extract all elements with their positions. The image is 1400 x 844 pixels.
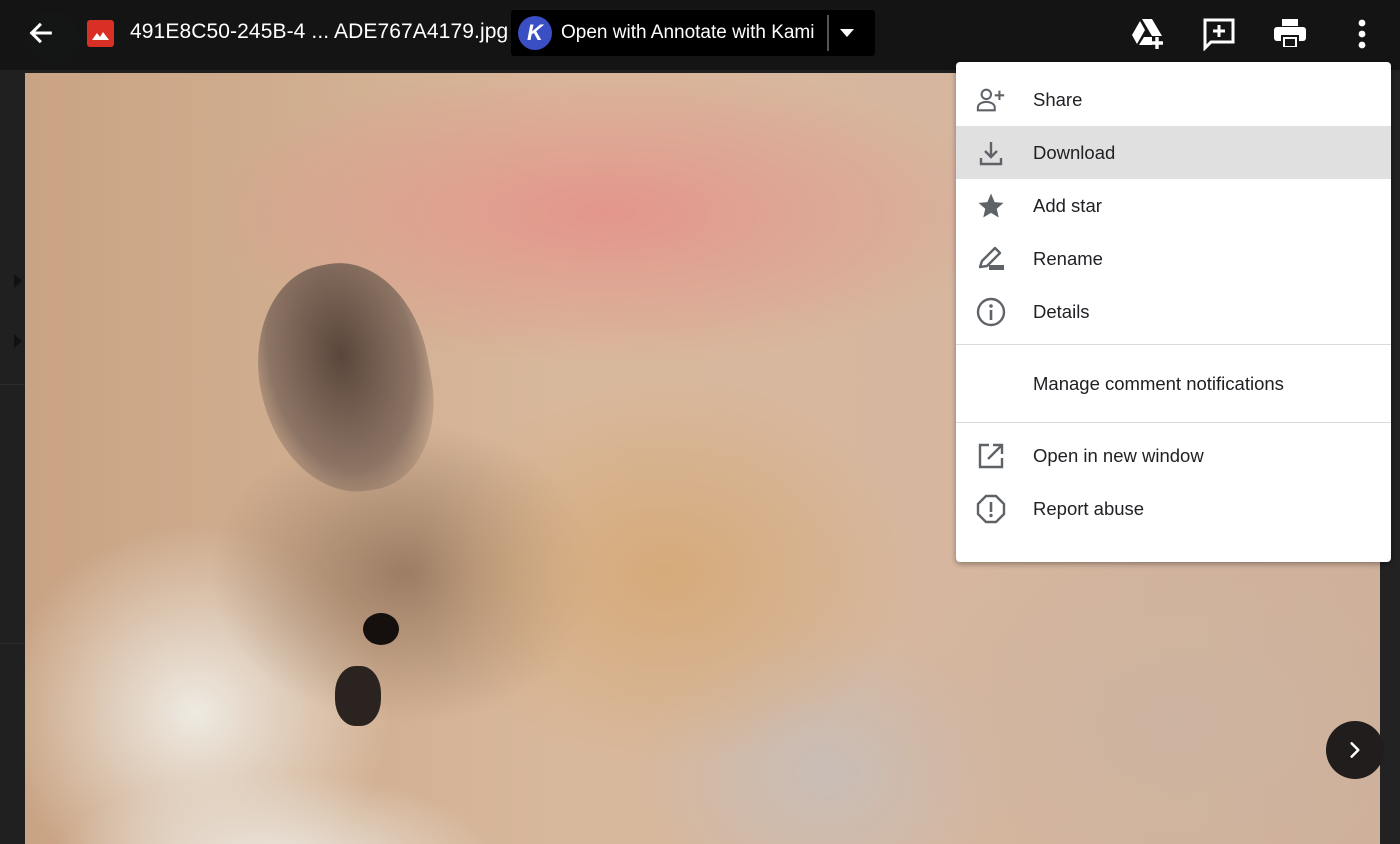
caret-down-icon[interactable] xyxy=(829,10,865,56)
image-file-icon xyxy=(87,20,114,47)
next-file-button[interactable] xyxy=(1326,721,1384,779)
print-button[interactable] xyxy=(1270,14,1310,54)
photo-detail xyxy=(335,666,381,726)
menu-item-manage-comment-notifications[interactable]: Manage comment notifications xyxy=(956,351,1391,416)
open-in-new-icon xyxy=(976,441,1006,471)
menu-item-label: Manage comment notifications xyxy=(1033,372,1284,394)
file-name: 491E8C50-245B-4 ... ADE767A4179.jpg xyxy=(130,20,509,43)
more-actions-menu: Share Download Add star Rename Details M… xyxy=(956,62,1391,562)
comment-add-icon xyxy=(1203,18,1235,51)
more-vert-icon xyxy=(1358,19,1366,49)
menu-item-report-abuse[interactable]: Report abuse xyxy=(956,482,1391,535)
menu-item-label: Rename xyxy=(1033,247,1103,269)
chevron-right-icon xyxy=(1350,742,1360,758)
open-with-button[interactable]: K Open with Annotate with Kami xyxy=(511,10,875,56)
menu-item-rename[interactable]: Rename xyxy=(956,232,1391,285)
menu-item-label: Download xyxy=(1033,141,1116,163)
menu-divider xyxy=(956,422,1391,423)
printer-icon xyxy=(1274,19,1306,49)
back-button[interactable] xyxy=(24,16,58,50)
menu-item-download[interactable]: Download xyxy=(956,126,1391,179)
menu-item-label: Add star xyxy=(1033,194,1102,216)
drive-add-icon xyxy=(1132,19,1163,49)
star-icon xyxy=(976,191,1006,221)
menu-item-add-star[interactable]: Add star xyxy=(956,179,1391,232)
report-icon xyxy=(976,494,1006,524)
menu-item-share[interactable]: Share xyxy=(956,73,1391,126)
ghost-expand-icon xyxy=(14,334,22,348)
person-add-icon xyxy=(976,85,1006,115)
menu-item-label: Report abuse xyxy=(1033,497,1145,519)
kami-app-icon: K xyxy=(518,16,552,50)
photo-detail xyxy=(363,613,399,645)
menu-item-details[interactable]: Details xyxy=(956,285,1391,338)
ghost-expand-icon xyxy=(14,274,22,288)
menu-item-label: Share xyxy=(1033,88,1083,110)
ghost-divider xyxy=(0,643,26,644)
photo-detail xyxy=(241,249,449,507)
ghost-divider xyxy=(0,384,26,385)
open-with-label: Open with Annotate with Kami xyxy=(561,22,815,43)
download-icon xyxy=(976,138,1006,168)
more-actions-button[interactable] xyxy=(1342,14,1382,54)
menu-item-label: Open in new window xyxy=(1033,444,1204,466)
menu-item-open-in-new-window[interactable]: Open in new window xyxy=(956,429,1391,482)
add-to-drive-button[interactable] xyxy=(1128,14,1168,54)
viewer-toolbar: 491E8C50-245B-4 ... ADE767A4179.jpg K Op… xyxy=(0,0,1400,70)
add-comment-button[interactable] xyxy=(1199,14,1239,54)
info-icon xyxy=(976,297,1006,327)
menu-item-label: Details xyxy=(1033,300,1090,322)
pencil-icon xyxy=(976,244,1006,274)
menu-divider xyxy=(956,344,1391,345)
arrow-left-icon xyxy=(29,22,52,44)
